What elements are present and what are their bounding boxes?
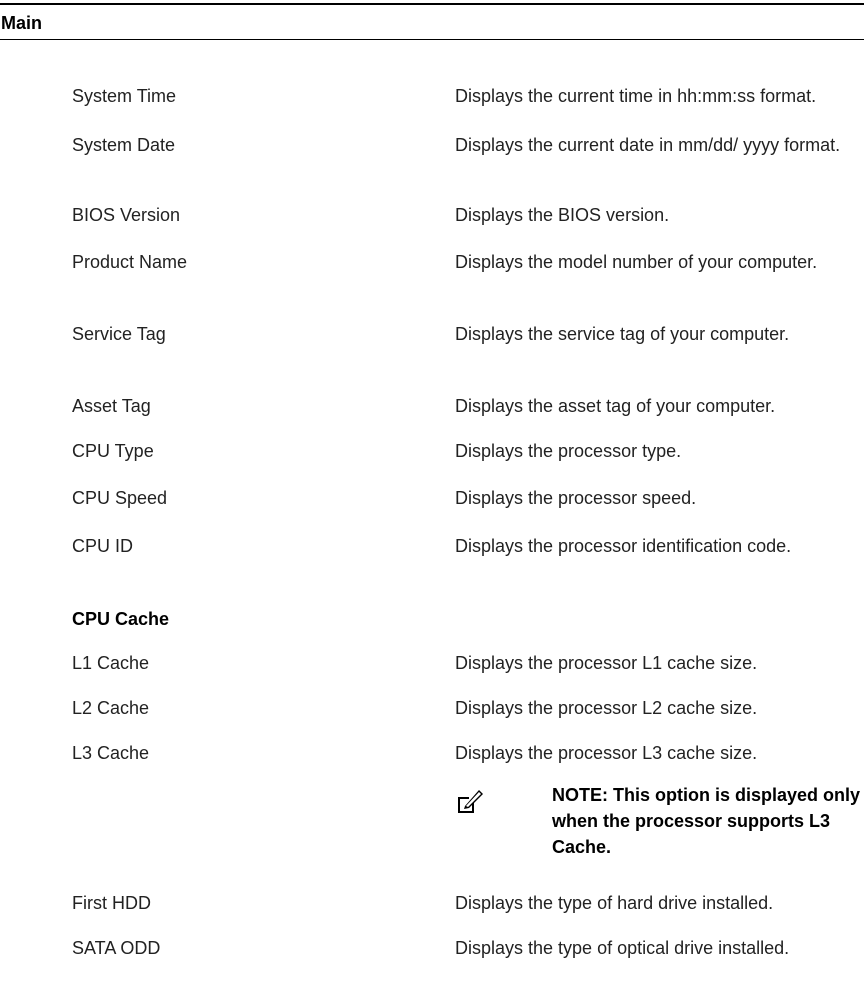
row-description: Displays the model number of your comput…	[455, 252, 818, 272]
row-label: L2 Cache	[72, 698, 150, 718]
row-label: L3 Cache	[72, 743, 150, 763]
row-description: Displays the processor identification co…	[455, 536, 792, 556]
note-text: NOTE: This option is displayed only when…	[552, 785, 861, 857]
row-label: L1 Cache	[72, 653, 150, 673]
row-label: SATA ODD	[72, 938, 161, 958]
row-description: Displays the processor speed.	[455, 488, 697, 508]
row-description: Displays the current date in mm/dd/ yyyy…	[455, 135, 841, 155]
row-description: Displays the BIOS version.	[455, 205, 670, 225]
note-block: NOTE: This option is displayed only when…	[455, 782, 860, 872]
row-description: Displays the asset tag of your computer.	[455, 396, 776, 416]
row-label: CPU Type	[72, 441, 154, 461]
row-label: CPU ID	[72, 536, 134, 556]
row-label: Asset Tag	[72, 396, 151, 416]
row-label: BIOS Version	[72, 205, 181, 225]
row-label: Product Name	[72, 252, 188, 272]
cpu-cache-heading: CPU Cache	[72, 609, 170, 629]
table-header: Main	[0, 3, 864, 40]
row-description: Displays the processor L1 cache size.	[455, 653, 758, 673]
row-description: Displays the type of hard drive installe…	[455, 893, 774, 913]
row-label: System Time	[72, 86, 177, 106]
row-label: First HDD	[72, 893, 151, 913]
row-description: Displays the type of optical drive insta…	[455, 938, 790, 958]
row-description: Displays the processor L2 cache size.	[455, 698, 758, 718]
row-label: System Date	[72, 135, 176, 155]
pencil-note-icon	[458, 790, 483, 813]
row-description: Displays the processor type.	[455, 441, 682, 461]
row-description: Displays the service tag of your compute…	[455, 324, 790, 344]
row-description: Displays the processor L3 cache size.	[455, 743, 758, 763]
row-label: CPU Speed	[72, 488, 168, 508]
row-description: Displays the current time in hh:mm:ss fo…	[455, 86, 817, 106]
section-title: Main	[1, 13, 43, 33]
page: Main System Time Displays the current ti…	[0, 0, 864, 987]
row-label: Service Tag	[72, 324, 166, 344]
